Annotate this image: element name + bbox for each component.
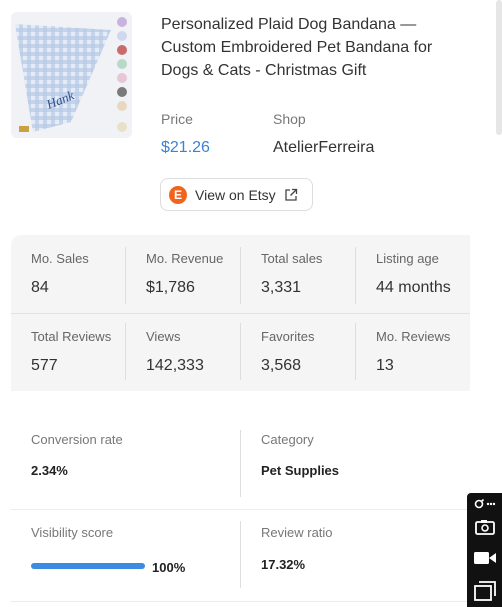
stat-label: Mo. Revenue bbox=[146, 251, 224, 266]
stat-label: Mo. Reviews bbox=[376, 329, 451, 344]
stat-value: 13 bbox=[376, 357, 394, 374]
metric-value: Pet Supplies bbox=[261, 463, 340, 478]
metric-label: Visibility score bbox=[31, 525, 114, 540]
stat-views: Views 142,333 bbox=[146, 329, 204, 375]
metric-label: Category bbox=[261, 432, 314, 447]
metric-value: 17.32% bbox=[261, 557, 306, 572]
stat-value: 3,331 bbox=[261, 279, 302, 296]
stat-label: Favorites bbox=[261, 329, 315, 344]
stat-value: 142,333 bbox=[146, 357, 204, 374]
stat-label: Total sales bbox=[261, 251, 323, 266]
shop-label: Shop bbox=[273, 111, 306, 127]
visibility-progress-fill bbox=[31, 563, 145, 569]
metric-value: 2.34% bbox=[31, 463, 68, 478]
product-thumbnail[interactable]: Hank bbox=[11, 12, 132, 138]
stat-mo-reviews: Mo. Reviews 13 bbox=[376, 329, 450, 375]
visibility-score-value: 100% bbox=[152, 560, 186, 575]
stat-mo-revenue: Mo. Revenue $1,786 bbox=[146, 251, 223, 297]
stat-label: Views bbox=[146, 329, 181, 344]
video-icon[interactable] bbox=[467, 548, 502, 568]
external-link-icon bbox=[284, 188, 298, 202]
metric-label: Review ratio bbox=[261, 525, 333, 540]
camera-icon[interactable] bbox=[467, 517, 502, 537]
metric-category: Category Pet Supplies bbox=[261, 432, 339, 478]
plaid-bandana-photo: Hank bbox=[11, 12, 132, 138]
stat-total-reviews: Total Reviews 577 bbox=[31, 329, 111, 375]
stat-value: 84 bbox=[31, 279, 49, 296]
stat-mo-sales: Mo. Sales 84 bbox=[31, 251, 89, 297]
metric-review-ratio: Review ratio 17.32% bbox=[261, 525, 333, 572]
etsy-logo-icon: E bbox=[169, 185, 187, 204]
stat-favorites: Favorites 3,568 bbox=[261, 329, 314, 375]
link-icon[interactable] bbox=[467, 496, 502, 512]
stat-listing-age: Listing age 44 months bbox=[376, 251, 451, 297]
metric-conversion-rate: Conversion rate 2.34% bbox=[31, 432, 123, 478]
price-value: $21.26 bbox=[161, 139, 210, 156]
floating-tools-strip bbox=[467, 493, 502, 607]
shop-value[interactable]: AtelierFerreira bbox=[273, 139, 374, 157]
stat-label: Listing age bbox=[376, 251, 439, 266]
view-on-etsy-label: View on Etsy bbox=[195, 186, 276, 203]
stat-label: Mo. Sales bbox=[31, 251, 89, 266]
visibility-progress-bar bbox=[31, 563, 145, 569]
stats-panel: Mo. Sales 84 Mo. Revenue $1,786 Total sa… bbox=[11, 235, 470, 391]
price-label: Price bbox=[161, 111, 193, 127]
metric-visibility-score: Visibility score bbox=[31, 525, 113, 540]
product-title[interactable]: Personalized Plaid Dog Bandana — Custom … bbox=[161, 13, 461, 82]
scrollbar-thumb[interactable] bbox=[496, 0, 502, 135]
stat-value: 3,568 bbox=[261, 357, 302, 374]
stat-total-sales: Total sales 3,331 bbox=[261, 251, 322, 297]
stat-value: $1,786 bbox=[146, 279, 195, 296]
stat-label: Total Reviews bbox=[31, 329, 112, 344]
view-on-etsy-button[interactable]: E View on Etsy bbox=[160, 178, 313, 211]
stat-value: 44 months bbox=[376, 279, 451, 296]
metric-label: Conversion rate bbox=[31, 432, 123, 447]
window-icon[interactable] bbox=[467, 579, 502, 603]
stat-value: 577 bbox=[31, 357, 58, 374]
